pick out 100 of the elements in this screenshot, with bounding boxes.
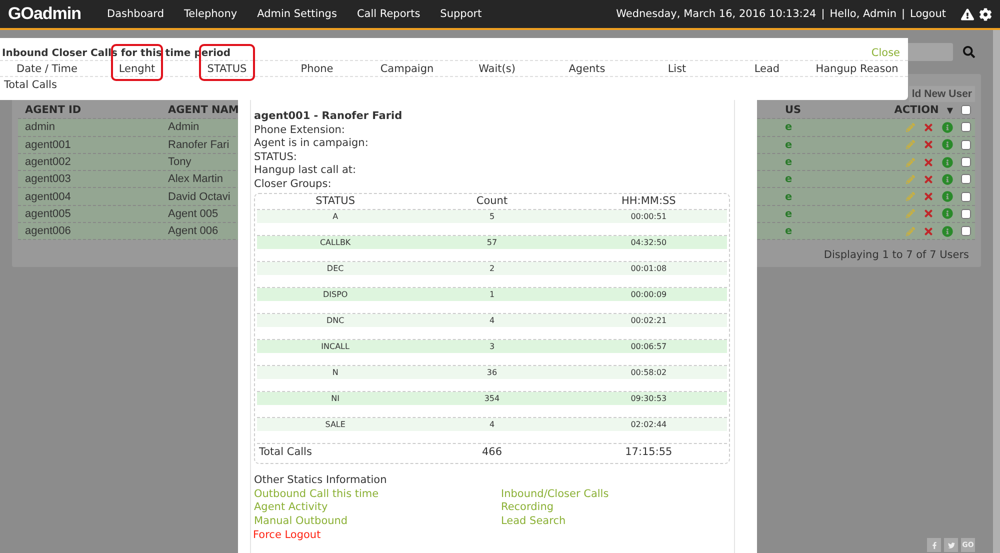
table-cell-text: Admin xyxy=(168,121,200,134)
delete-icon[interactable] xyxy=(923,122,934,133)
nav-link[interactable]: Admin Settings xyxy=(257,8,337,20)
table-cell-text: agent006 xyxy=(25,225,72,238)
info-icon[interactable] xyxy=(942,191,953,202)
nav-link[interactable]: Call Reports xyxy=(356,8,420,20)
table-cell: NI xyxy=(257,392,414,405)
column-header: STATUS xyxy=(314,194,356,208)
table-cell: 1 xyxy=(414,288,570,301)
edit-icon[interactable] xyxy=(906,209,915,218)
table-cell: 354 xyxy=(414,392,570,405)
info-icon[interactable] xyxy=(942,122,953,133)
edit-icon[interactable] xyxy=(906,226,915,236)
add-user-button[interactable]: ld New User xyxy=(908,86,975,102)
date-time: Wednesday, March 16, 2016 10:13:24 xyxy=(616,8,816,20)
field-label: STATUS: xyxy=(254,150,298,164)
status-text: e xyxy=(785,138,794,151)
table-cell: 2 xyxy=(414,262,570,275)
table-cell: 00:58:02 xyxy=(570,366,727,379)
edit-icon[interactable] xyxy=(906,122,915,132)
close-link[interactable]: Close xyxy=(871,47,900,60)
table-cell: N xyxy=(257,366,414,379)
report-link[interactable]: Manual Outbound xyxy=(254,514,501,528)
nav-link[interactable]: Support xyxy=(440,8,482,20)
delete-icon[interactable] xyxy=(923,226,934,237)
facebook-icon[interactable] xyxy=(927,538,941,552)
row-checkbox[interactable] xyxy=(961,140,971,150)
total-label: Total Calls xyxy=(3,78,58,93)
edit-icon[interactable] xyxy=(906,174,915,184)
info-icon[interactable] xyxy=(942,156,953,168)
field-label: Agent is in campaign: xyxy=(254,137,370,150)
table-cell: DISPO xyxy=(257,288,414,301)
table-cell: 4 xyxy=(414,418,570,431)
status-text: e xyxy=(785,190,794,203)
total-label: Total Calls xyxy=(258,446,313,460)
table-cell-text: agent004 xyxy=(25,190,72,203)
table-cell-text: Agent 005 xyxy=(168,208,220,220)
total-count: 466 xyxy=(480,446,504,460)
column-header: List xyxy=(666,62,688,74)
column-header: Count xyxy=(475,194,509,208)
column-header: AGENT ID xyxy=(25,104,82,116)
select-all-checkbox[interactable] xyxy=(961,105,971,116)
column-header: HH:MM:SS xyxy=(620,194,677,208)
delete-icon[interactable] xyxy=(923,191,934,202)
info-icon[interactable] xyxy=(942,174,953,185)
column-header: Lead xyxy=(753,62,781,74)
twitter-icon[interactable] xyxy=(944,538,958,552)
field-label: Closer Groups: xyxy=(254,178,332,191)
table-cell: 00:00:09 xyxy=(570,288,727,301)
table-cell-text: agent001 xyxy=(25,138,72,151)
delete-icon[interactable] xyxy=(923,139,934,150)
column-header: Wait(s) xyxy=(478,62,516,74)
table-cell: DEC xyxy=(257,262,414,275)
search-icon[interactable] xyxy=(963,46,975,58)
report-link[interactable]: Lead Search xyxy=(501,514,730,528)
delete-icon[interactable] xyxy=(923,174,934,185)
warning-icon[interactable] xyxy=(961,8,974,20)
greeting: Hello, Admin xyxy=(830,8,896,20)
row-checkbox[interactable] xyxy=(961,192,971,202)
table-cell-text: admin xyxy=(25,121,56,134)
delete-icon[interactable] xyxy=(923,208,934,220)
row-checkbox[interactable] xyxy=(961,208,971,219)
edit-icon[interactable] xyxy=(906,140,915,150)
table-cell: 09:30:53 xyxy=(570,392,727,405)
row-checkbox[interactable] xyxy=(961,174,971,184)
table-cell-text: Agent 006 xyxy=(168,225,220,238)
table-cell-text: agent003 xyxy=(25,173,72,186)
table-cell-text: Tony xyxy=(168,156,192,168)
force-logout-link[interactable]: Force Logout xyxy=(253,529,730,542)
report-link[interactable]: Recording xyxy=(501,501,730,514)
separator: | xyxy=(902,8,906,20)
table-cell: SALE xyxy=(257,418,414,431)
status-text: e xyxy=(785,173,794,186)
report-link[interactable]: Inbound/Closer Calls xyxy=(501,488,730,501)
report-link[interactable]: Agent Activity xyxy=(254,501,501,514)
delete-icon[interactable] xyxy=(923,156,934,168)
table-cell: DNC xyxy=(257,314,414,327)
sort-caret[interactable]: ▼ xyxy=(946,106,953,115)
info-icon[interactable] xyxy=(942,226,953,237)
pagination-info: Displaying 1 to 7 of 7 Users xyxy=(824,249,969,262)
status-text: e xyxy=(785,156,794,168)
row-checkbox[interactable] xyxy=(961,157,971,168)
status-text: e xyxy=(785,121,794,134)
edit-icon[interactable] xyxy=(906,192,915,202)
row-checkbox[interactable] xyxy=(961,122,971,132)
row-checkbox[interactable] xyxy=(961,226,971,236)
table-cell-text: David Octavi xyxy=(168,190,232,203)
nav-link[interactable]: Telephony xyxy=(184,8,238,20)
field-label: Phone Extension: xyxy=(254,124,346,137)
table-cell: 00:00:51 xyxy=(570,210,727,223)
info-icon[interactable] xyxy=(942,139,953,150)
logout-link[interactable]: Logout xyxy=(910,8,946,20)
edit-icon[interactable] xyxy=(906,158,915,167)
report-link[interactable]: Outbound Call this time xyxy=(254,488,501,501)
info-icon[interactable] xyxy=(942,208,953,220)
settings-icon[interactable] xyxy=(979,8,992,20)
column-header: Date / Time xyxy=(15,62,78,74)
agent-title: agent001 - Ranofer Farid xyxy=(254,110,404,124)
table-cell-text: Alex Martin xyxy=(168,173,224,186)
nav-link[interactable]: Dashboard xyxy=(107,8,164,20)
